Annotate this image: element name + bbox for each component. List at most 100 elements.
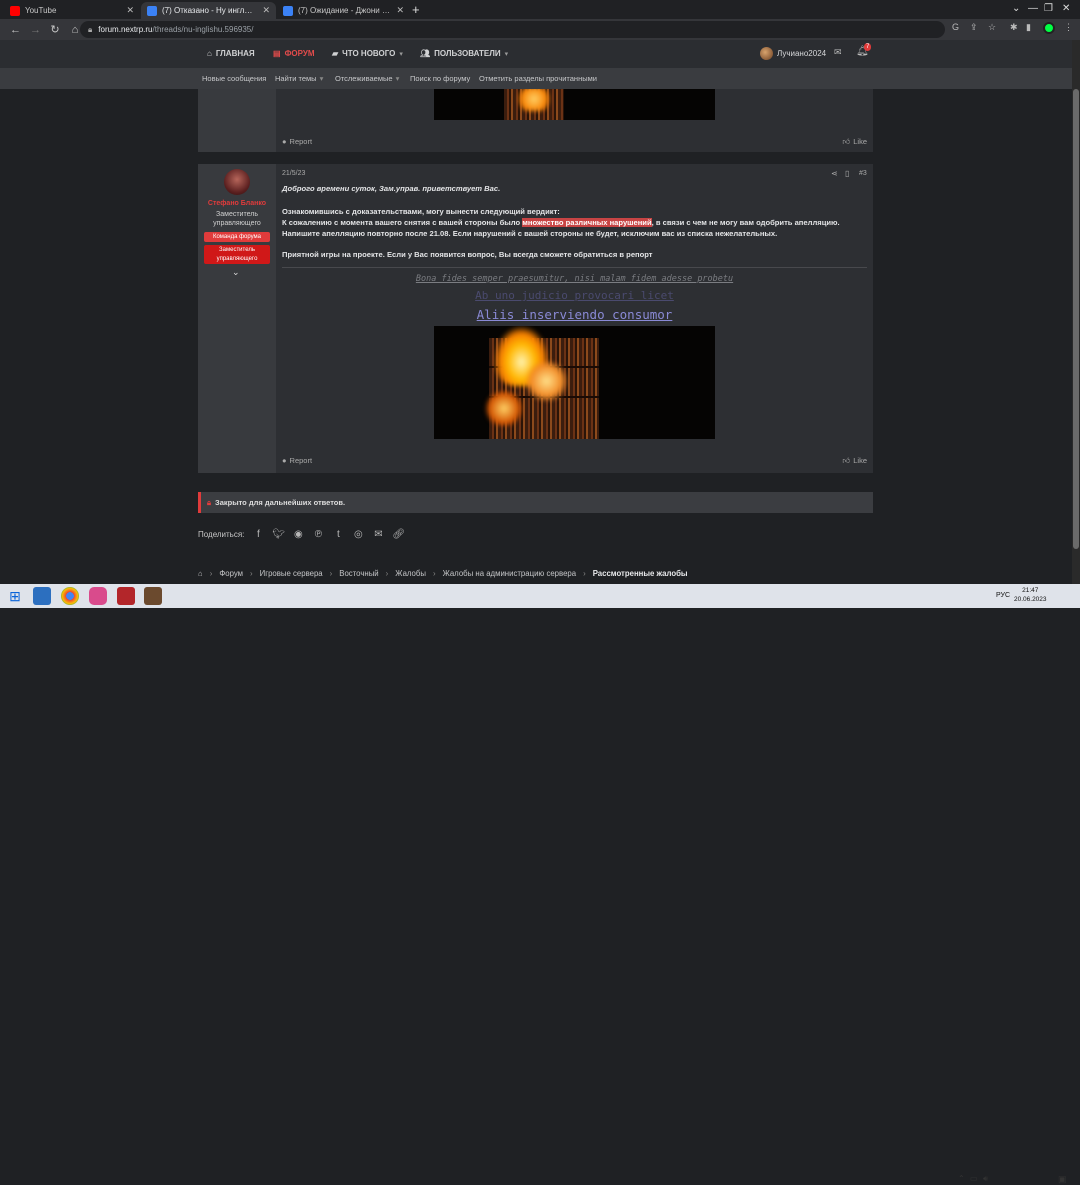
highlighted-text: множество различных нарушений [522, 218, 652, 227]
twitter-icon[interactable]: 🐦︎ [272, 529, 285, 540]
share-page-icon[interactable]: ⇪ [970, 22, 978, 33]
profile-avatar-icon[interactable] [1043, 22, 1055, 34]
subnav-label: Найти темы [275, 74, 317, 83]
forum-main-nav [0, 40, 1080, 68]
bookmark-star-icon[interactable]: ☆ [988, 22, 996, 33]
thread-closed-notice: 🔒︎ Закрыто для дальнейших ответов. [198, 492, 873, 513]
system-clock[interactable]: 21:47 20.06.2023 [1014, 586, 1047, 604]
like-button[interactable]: 👍︎ Like [842, 137, 867, 147]
nav-users[interactable]: 👥︎ ПОЛЬЗОВАТЕЛИ ▾ [420, 49, 508, 58]
tab-other-thread[interactable]: (7) Ожидание - Джони Инглишу ✕ [277, 2, 410, 19]
tumblr-icon[interactable]: t [332, 529, 344, 540]
extensions-icon[interactable]: ✱ [1010, 22, 1018, 33]
previous-post: ● Report 👍︎ Like [198, 89, 873, 152]
report-button[interactable]: ● Report [282, 137, 312, 146]
volume-icon[interactable]: 🔊︎ [983, 1174, 988, 1184]
scrollbar-thumb[interactable] [1073, 89, 1079, 549]
reddit-icon[interactable]: ◉ [292, 529, 304, 540]
google-icon[interactable]: G [952, 22, 959, 32]
home-icon[interactable]: ⌂ [70, 24, 80, 36]
post-3: Стефано Бланко Заместитель управляющего … [198, 164, 873, 473]
chrome-icon[interactable] [61, 587, 79, 605]
report-button[interactable]: ● Report [282, 456, 312, 465]
pinterest-icon[interactable]: ℗ [312, 529, 324, 540]
menu-kebab-icon[interactable]: ⋮ [1064, 22, 1073, 33]
close-window-icon[interactable]: ✕ [1062, 3, 1070, 14]
report-label: Report [289, 456, 313, 465]
chevron-down-icon[interactable]: ⌄ [1012, 3, 1020, 14]
link-icon[interactable]: 🔗︎ [392, 529, 405, 540]
chevron-down-icon[interactable]: ▾ [505, 50, 509, 58]
tray-chevron-icon[interactable]: ⌃ [958, 1174, 965, 1183]
app-icon[interactable] [89, 587, 107, 605]
subnav-new-posts[interactable]: Новые сообщения [202, 74, 266, 83]
share-label: Поделиться: [198, 530, 245, 539]
restore-icon[interactable]: ❐ [1044, 3, 1053, 14]
subnav-mark-read[interactable]: Отметить разделы прочитанными [479, 74, 597, 83]
app-icon[interactable] [33, 587, 51, 605]
app-icon[interactable] [117, 587, 135, 605]
chevron-down-icon[interactable]: ⌄ [232, 267, 240, 278]
author-name[interactable]: Стефано Бланко [198, 200, 276, 207]
reload-icon[interactable]: ↻ [50, 23, 60, 36]
lock-icon: 🔒︎ [88, 24, 93, 34]
email-icon[interactable]: ✉ [372, 529, 384, 540]
tab-youtube[interactable]: YouTube ✕ [4, 2, 140, 19]
nav-forum-label: ФОРУМ [284, 49, 315, 58]
chevron-down-icon[interactable]: ▾ [399, 50, 403, 58]
tab-current-thread[interactable]: (7) Отказано - Ну инглишу | NEXT ✕ [141, 2, 276, 19]
chevron-right-icon: › [329, 569, 333, 578]
breadcrumb-item[interactable]: Игровые сервера [260, 569, 323, 578]
user-menu[interactable]: Лучиано2024 [760, 47, 826, 60]
post-author-sidebar: Стефано Бланко Заместитель управляющего … [198, 164, 276, 473]
avatar [760, 47, 773, 60]
author-avatar[interactable] [224, 169, 250, 195]
forum-favicon-icon [283, 5, 293, 16]
sidebar-icon[interactable]: ▮ [1026, 22, 1031, 33]
post-number[interactable]: #3 [859, 170, 867, 177]
subnav-watched[interactable]: Отслеживаемые ▾ [335, 74, 399, 83]
youtube-favicon-icon [10, 5, 20, 16]
nav-users-label: ПОЛЬЗОВАТЕЛИ [434, 49, 501, 58]
close-tab-icon[interactable]: ✕ [262, 5, 270, 16]
nav-whats-new[interactable]: ▰ ЧТО НОВОГО ▾ [332, 49, 403, 58]
forward-icon[interactable]: → [30, 24, 41, 36]
breadcrumb: ⌂ › Форум › Игровые сервера › Восточный … [198, 569, 688, 578]
breadcrumb-item[interactable]: Форум [219, 569, 243, 578]
breadcrumb-item-current[interactable]: Рассмотренные жалобы [593, 569, 688, 578]
new-tab-icon[interactable]: + [412, 3, 420, 16]
share-icon[interactable]: ⋖ [831, 169, 838, 178]
post-date[interactable]: 21/5/23 [282, 170, 305, 177]
breadcrumb-item[interactable]: Жалобы на администрацию сервера [443, 569, 577, 578]
close-tab-icon[interactable]: ✕ [396, 5, 404, 16]
breadcrumb-item[interactable]: Жалобы [395, 569, 426, 578]
nav-whats-new-label: ЧТО НОВОГО [342, 49, 396, 58]
browser-toolbar: ← → ↻ ⌂ 🔒︎ forum.nextrp.ru/threads/nu-in… [0, 19, 1080, 40]
subnav-search-forum[interactable]: Поиск по форуму [410, 74, 470, 83]
network-icon[interactable]: ▭ [970, 1174, 978, 1183]
breadcrumb-item[interactable]: Восточный [339, 569, 378, 578]
app-icon[interactable] [144, 587, 162, 605]
minimize-icon[interactable]: — [1028, 3, 1038, 14]
subnav-label: Отслеживаемые [335, 74, 393, 83]
back-icon[interactable]: ← [10, 24, 21, 36]
like-button[interactable]: 👍︎ Like [842, 456, 867, 466]
notifications-icon[interactable]: ▣ [1058, 1174, 1067, 1185]
flag-icon: ● [282, 456, 287, 465]
home-icon[interactable]: ⌂ [198, 569, 203, 578]
envelope-icon[interactable]: ✉ [834, 47, 842, 58]
windows-start-icon[interactable]: ⊞ [6, 587, 24, 605]
forum-icon: ▤ [273, 49, 281, 58]
subnav-find-threads[interactable]: Найти темы ▾ [275, 74, 323, 83]
signature-fire-image [434, 89, 715, 120]
close-tab-icon[interactable]: ✕ [126, 5, 134, 16]
tab-label: (7) Ожидание - Джони Инглишу [298, 6, 390, 15]
address-bar[interactable]: 🔒︎ forum.nextrp.ru/threads/nu-inglishu.5… [80, 21, 945, 38]
whatsapp-icon[interactable]: ◎ [352, 529, 364, 540]
input-language[interactable]: РУС [996, 592, 1010, 599]
facebook-icon[interactable]: f [252, 529, 264, 540]
nav-forum[interactable]: ▤ ФОРУМ [273, 49, 314, 58]
url-path: /threads/nu-inglishu.596935/ [152, 25, 254, 34]
nav-home[interactable]: ⌂ ГЛАВНАЯ [207, 49, 255, 58]
bookmark-icon[interactable]: ▯ [845, 169, 849, 178]
